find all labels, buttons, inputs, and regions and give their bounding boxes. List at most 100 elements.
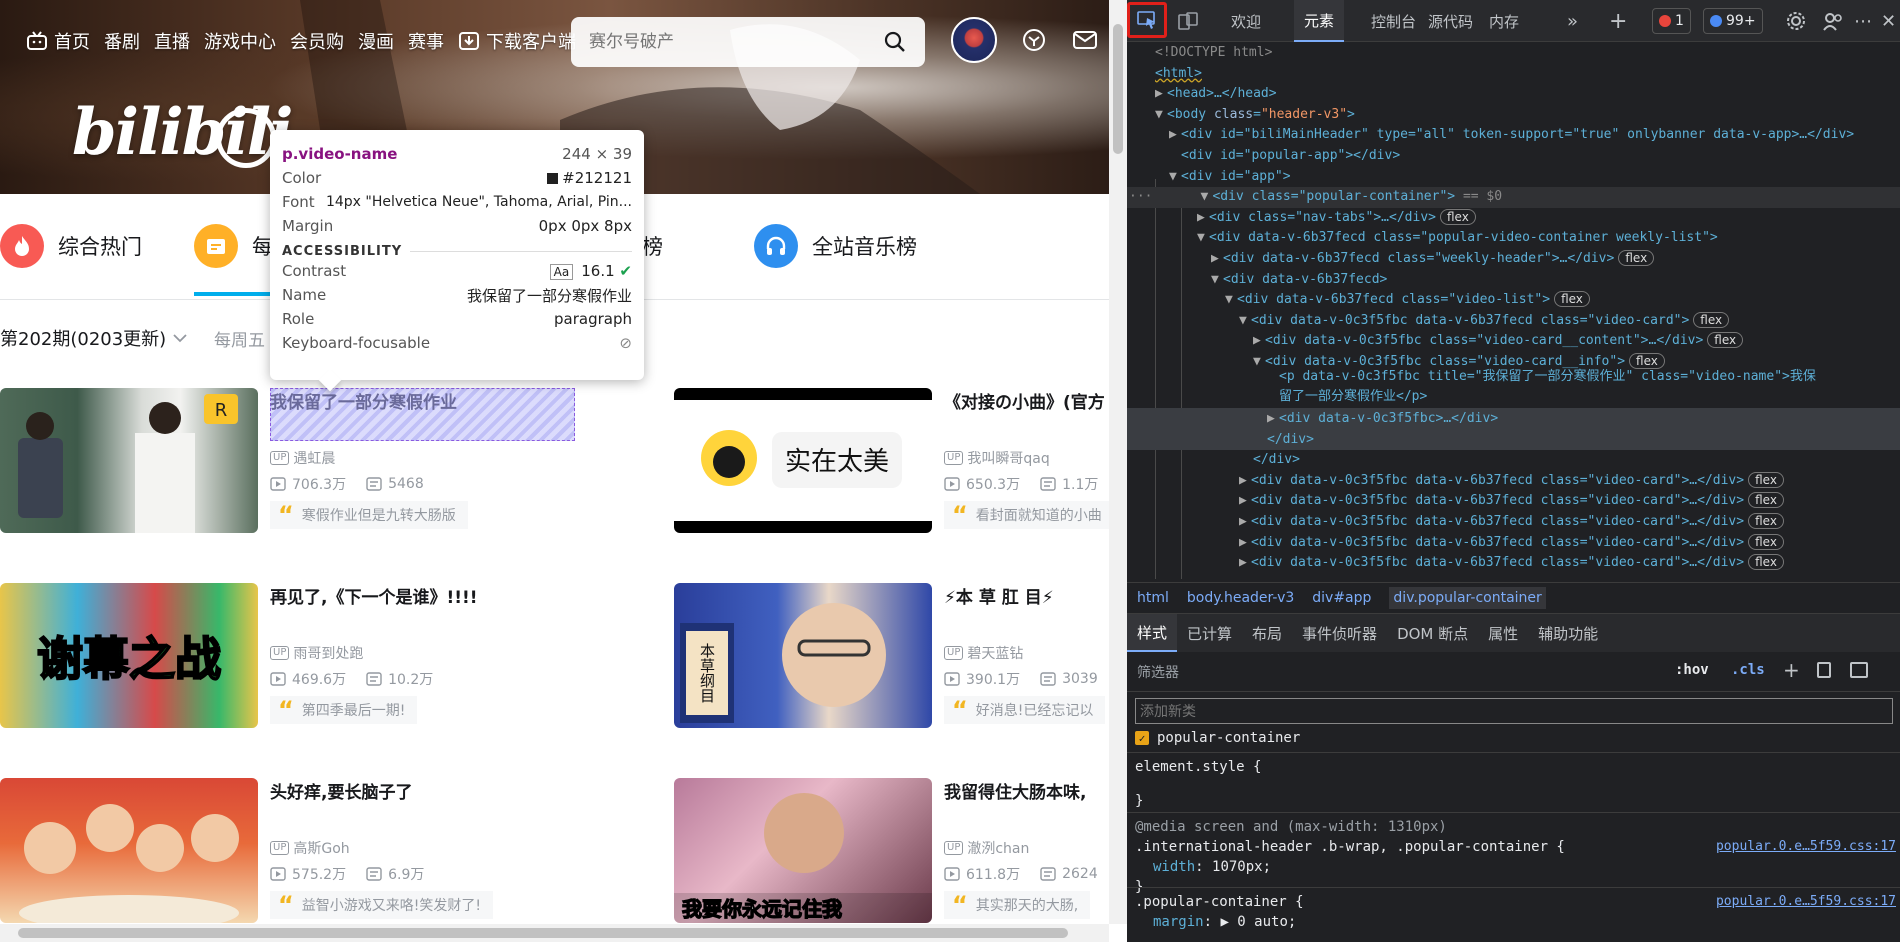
hover-state-toggle[interactable]: :hov <box>1675 662 1709 678</box>
page-horizontal-scrollbar[interactable] <box>0 924 1109 942</box>
video-thumbnail[interactable]: R <box>0 388 258 533</box>
search-icon[interactable] <box>883 30 907 54</box>
checkbox-checked-icon[interactable]: ✓ <box>1135 731 1149 745</box>
add-tab-icon[interactable]: + <box>1609 0 1627 42</box>
video-title[interactable]: 头好痒,要长脑子了 <box>270 778 412 803</box>
uploader[interactable]: UP 碧天蓝钻 <box>944 643 1023 663</box>
stylesheet-link[interactable]: popular.0.e…5f59.css:17 <box>1716 892 1896 912</box>
subtab-styles[interactable]: 样式 <box>1127 614 1178 652</box>
dom-video-card-collapsed[interactable]: ▶ <div data-v-0c3f5fbc data-v-6b37fecd cl… <box>1239 512 1784 533</box>
dom-video-card-collapsed[interactable]: ▶ <div data-v-0c3f5fbc data-v-6b37fecd cl… <box>1239 533 1784 554</box>
stylesheet-link[interactable]: popular.0.e…5f59.css:17 <box>1716 837 1896 857</box>
css-popular-container-rule[interactable]: .popular-container { popular.0.e…5f59.cs… <box>1127 887 1900 942</box>
dom-inner-div[interactable]: ▶ <div data-v-0c3f5fbc>…</div> <box>1267 409 1498 430</box>
tab-weekly[interactable]: 每 <box>194 222 273 270</box>
page-vertical-scrollbar[interactable] <box>1109 0 1127 924</box>
video-card[interactable]: R 我保留了一部分寒假作业 UP 遇虹晨 706.3万 5468 “ 寒假作业但是九… <box>0 388 580 538</box>
subtab-layout[interactable]: 布局 <box>1242 614 1292 652</box>
sidebar-toggle-icon[interactable] <box>1850 662 1868 678</box>
dom-video-card-open[interactable]: ▼ <div data-v-0c3f5fbc data-v-6b37fecd cl… <box>1239 311 1730 332</box>
message-count-badge[interactable]: 99+ <box>1703 8 1763 34</box>
nav-game-center[interactable]: 游戏中心 <box>204 28 276 54</box>
dom-video-list[interactable]: ▼ <div data-v-6b37fecd class="video-list"… <box>1225 290 1590 311</box>
dom-body[interactable]: ▼ <body class="header-v3"> <box>1155 105 1355 126</box>
nav-vip-shop[interactable]: 会员购 <box>290 28 344 54</box>
nav-manga[interactable]: 漫画 <box>358 28 394 54</box>
video-title[interactable]: 《对接の小曲》(官方 <box>944 388 1105 413</box>
more-tabs-icon[interactable]: » <box>1567 0 1578 42</box>
video-title[interactable]: 我保留了一部分寒假作业 <box>270 388 457 413</box>
scrollbar-thumb[interactable] <box>1113 24 1123 154</box>
dom-popular-video-container[interactable]: ▼ <div data-v-6b37fecd class="popular-vid… <box>1197 228 1718 249</box>
css-element-style[interactable]: element.style { } <box>1127 752 1900 812</box>
inspect-element-button[interactable] <box>1127 2 1167 38</box>
subtab-properties[interactable]: 属性 <box>1478 614 1528 652</box>
breadcrumb-body[interactable]: body.header-v3 <box>1187 590 1294 606</box>
new-rule-icon[interactable]: + <box>1783 658 1800 682</box>
tab-elements[interactable]: 元素 <box>1294 0 1345 42</box>
nav-home[interactable]: 首页 <box>26 28 90 54</box>
class-checkbox-row[interactable]: ✓ popular-container <box>1135 730 1300 746</box>
dom-popular-container[interactable]: ··· ▼ <div class="popular-container"> == $… <box>1127 187 1900 208</box>
video-card[interactable]: 我要你永远记住我 我留得住大肠本味, UP 澈洌chan 611.8万 2624 … <box>674 778 1109 928</box>
uploader[interactable]: UP 我叫瞬哥qaq <box>944 448 1050 468</box>
tab-music-chart[interactable]: 全站音乐榜 <box>754 222 917 270</box>
paint-icon[interactable] <box>1817 662 1831 678</box>
search-input[interactable] <box>589 32 883 52</box>
video-thumbnail[interactable]: 本草纲目 <box>674 583 932 728</box>
close-devtools-icon[interactable]: ✕ <box>1881 0 1896 42</box>
dom-video-card-collapsed[interactable]: ▶ <div data-v-0c3f5fbc data-v-6b37fecd cl… <box>1239 491 1784 512</box>
device-toolbar-icon[interactable] <box>1175 8 1201 34</box>
message-icon[interactable] <box>1072 28 1098 52</box>
scrollbar-thumb[interactable] <box>18 928 1068 938</box>
uploader[interactable]: UP 雨哥到处跑 <box>270 643 363 663</box>
filter-input[interactable]: 筛选器 <box>1137 662 1179 682</box>
customize-icon[interactable] <box>1820 8 1846 34</box>
video-card[interactable]: 本草纲目 ⚡本 草 肛 目⚡ UP 碧天蓝钻 390.1万 3039 “ 好消息!已… <box>674 583 1109 733</box>
video-card[interactable]: 谢幕之战 再见了,《下一个是谁》!!!! UP 雨哥到处跑 469.6万 10.2… <box>0 583 580 733</box>
css-media-rule[interactable]: @media screen and (max-width: 1310px) .i… <box>1127 812 1900 895</box>
nav-live[interactable]: 直播 <box>154 28 190 54</box>
tab-welcome[interactable]: 欢迎 <box>1231 0 1261 42</box>
dom-head[interactable]: ▶ <head>…</head> <box>1155 84 1277 105</box>
dom-nav-tabs[interactable]: ▶ <div class="nav-tabs">…</div> flex <box>1197 208 1476 229</box>
tab-console[interactable]: 控制台 <box>1371 0 1416 42</box>
tab-sources[interactable]: 源代码 <box>1428 0 1473 42</box>
vip-icon[interactable] <box>1022 28 1046 52</box>
class-toggle[interactable]: .cls <box>1731 662 1765 678</box>
video-card[interactable]: 实在太美 《对接の小曲》(官方 UP 我叫瞬哥qaq 650.3万 1.1万 “ 看… <box>674 388 1109 538</box>
video-thumbnail[interactable]: 谢幕之战 <box>0 583 258 728</box>
uploader[interactable]: UP 澈洌chan <box>944 838 1029 858</box>
video-thumbnail[interactable] <box>0 778 258 923</box>
breadcrumb-popular-container[interactable]: div.popular-container <box>1389 587 1546 609</box>
dom-video-card-content[interactable]: ▶ <div data-v-0c3f5fbc class="video-card_… <box>1253 331 1744 352</box>
dom-popular-app[interactable]: <div id="popular-app"></div> <box>1181 146 1400 167</box>
uploader[interactable]: UP 高斯Goh <box>270 838 350 858</box>
breadcrumb-html[interactable]: html <box>1137 590 1169 606</box>
error-count-badge[interactable]: 1 <box>1652 8 1691 34</box>
css-declaration[interactable]: margin: ▶ 0 auto; <box>1135 912 1900 932</box>
user-avatar[interactable] <box>951 17 997 63</box>
subtab-computed[interactable]: 已计算 <box>1177 614 1242 652</box>
video-title[interactable]: ⚡本 草 肛 目⚡ <box>944 583 1054 608</box>
dom-div-6b[interactable]: ▼ <div data-v-6b37fecd> <box>1211 270 1387 291</box>
dom-app-div[interactable]: ▼ <div id="app"> <box>1169 167 1291 188</box>
video-thumbnail[interactable]: 实在太美 <box>674 388 932 533</box>
subtab-event-listeners[interactable]: 事件侦听器 <box>1292 614 1387 652</box>
subtab-dom-breakpoints[interactable]: DOM 断点 <box>1387 614 1478 652</box>
period-selector[interactable]: 第202期(0203更新) <box>0 325 188 351</box>
nav-esports[interactable]: 赛事 <box>408 28 444 54</box>
video-thumbnail[interactable]: 我要你永远记住我 <box>674 778 932 923</box>
video-title[interactable]: 再见了,《下一个是谁》!!!! <box>270 583 477 608</box>
tab-comprehensive-hot[interactable]: 综合热门 <box>0 222 142 270</box>
dom-video-name-p[interactable]: <p data-v-0c3f5fbc title="我保留了一部分寒假作业" c… <box>1279 367 1816 388</box>
dom-video-card-collapsed[interactable]: ▶ <div data-v-0c3f5fbc data-v-6b37fecd cl… <box>1239 553 1784 574</box>
dom-header-div[interactable]: ▶ <div id="biliMainHeader" type="all" tok… <box>1169 125 1854 146</box>
video-title[interactable]: 我留得住大肠本味, <box>944 778 1086 803</box>
nav-anime[interactable]: 番剧 <box>104 28 140 54</box>
more-options-icon[interactable]: ⋯ <box>1854 0 1872 42</box>
dom-video-card-collapsed[interactable]: ▶ <div data-v-0c3f5fbc data-v-6b37fecd cl… <box>1239 471 1784 492</box>
css-declaration[interactable]: width: 1070px; <box>1135 857 1900 877</box>
video-card[interactable]: 头好痒,要长脑子了 UP 高斯Goh 575.2万 6.9万 “ 益智小游戏又来咯!… <box>0 778 580 928</box>
subtab-accessibility[interactable]: 辅助功能 <box>1528 614 1608 652</box>
